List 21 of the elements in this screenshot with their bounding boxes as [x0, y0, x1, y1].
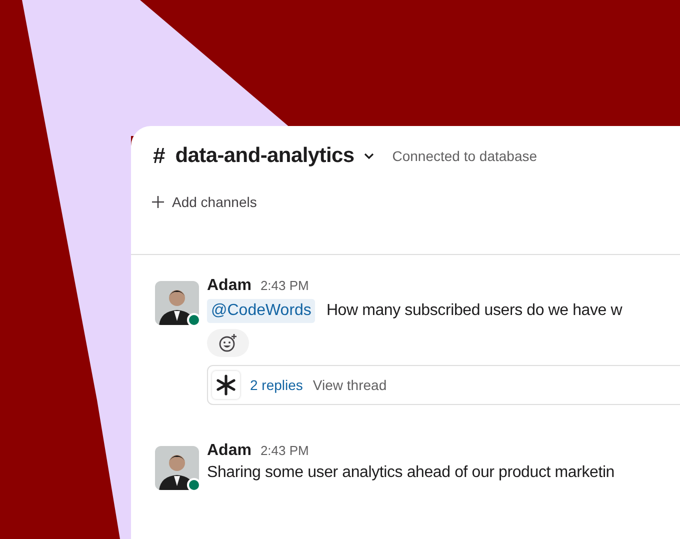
author-name[interactable]: Adam: [207, 442, 252, 460]
chevron-down-icon[interactable]: [364, 152, 374, 160]
channel-hash: #: [153, 143, 166, 169]
asterisk-icon: [212, 371, 240, 399]
avatar-icon: [155, 281, 199, 325]
author-name[interactable]: Adam: [207, 277, 252, 295]
add-reaction-button[interactable]: [207, 329, 249, 357]
message-text: How many subscribed users do we have w: [326, 302, 622, 320]
message-text: Sharing some user analytics ahead of our product marketin: [207, 464, 614, 482]
view-thread-link[interactable]: View thread: [312, 377, 387, 393]
thread-summary[interactable]: 2 replies View thread: [207, 365, 680, 405]
mention-tag[interactable]: @CodeWords: [207, 299, 316, 323]
replies-link[interactable]: 2 replies: [250, 377, 303, 393]
message-time: 2:43 PM: [260, 278, 309, 293]
channel-topic: Connected to database: [392, 148, 538, 164]
message-time: 2:43 PM: [260, 443, 309, 458]
add-channels-link[interactable]: Add channels: [172, 194, 257, 210]
channel-name[interactable]: data-and-analytics: [175, 144, 354, 168]
plus-icon[interactable]: [152, 196, 164, 208]
emoji-add-icon: [218, 333, 238, 353]
avatar-icon: [155, 446, 199, 490]
